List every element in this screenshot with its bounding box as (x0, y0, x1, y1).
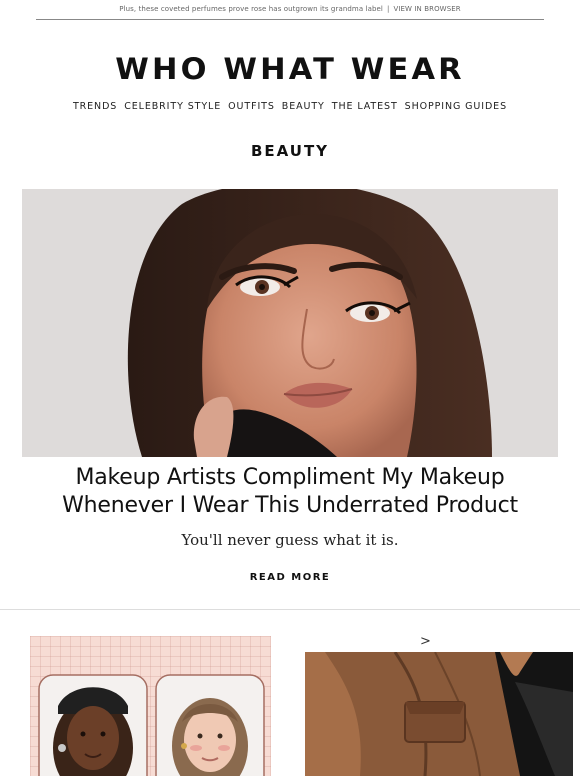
view-in-browser-link[interactable]: VIEW IN BROWSER (393, 5, 460, 13)
section-title: BEAUTY (250, 142, 330, 160)
preheader: Plus, these coveted perfumes prove rose … (0, 5, 580, 13)
preheader-separator: | (386, 5, 390, 13)
two-portraits-illustration (38, 674, 265, 776)
hero-headline[interactable]: Makeup Artists Compliment My Makeup When… (40, 464, 540, 520)
leather-jacket-illustration (305, 652, 573, 776)
read-more-button[interactable]: READ MORE (0, 572, 580, 583)
hero-headline-line-2[interactable]: Whenever I Wear This Underrated Product (40, 492, 540, 520)
brand-logo[interactable]: WHO WHAT WEAR (0, 52, 580, 86)
nav-item-shopping-guides[interactable]: SHOPPING GUIDES (405, 101, 507, 112)
preheader-text: Plus, these coveted perfumes prove rose … (119, 5, 383, 13)
top-divider (36, 19, 544, 20)
hero-headline-line-1[interactable]: Makeup Artists Compliment My Makeup (40, 464, 540, 492)
hero-portrait-illustration (22, 189, 558, 457)
nav-item-trends[interactable]: TRENDS (73, 101, 117, 112)
main-nav: TRENDS CELEBRITY STYLE OUTFITS BEAUTY TH… (0, 101, 580, 112)
nav-item-outfits[interactable]: OUTFITS (228, 101, 275, 112)
hero-subtitle: You'll never guess what it is. (181, 531, 399, 549)
article-card-image-right[interactable] (305, 652, 573, 776)
nav-item-celebrity-style[interactable]: CELEBRITY STYLE (124, 101, 221, 112)
nav-item-the-latest[interactable]: THE LATEST (332, 101, 398, 112)
carousel-arrow-icon[interactable]: > (420, 634, 431, 649)
hero-image[interactable] (22, 189, 558, 457)
section-divider (0, 609, 580, 610)
nav-item-beauty[interactable]: BEAUTY (282, 101, 325, 112)
article-card-image-left[interactable] (30, 636, 271, 776)
